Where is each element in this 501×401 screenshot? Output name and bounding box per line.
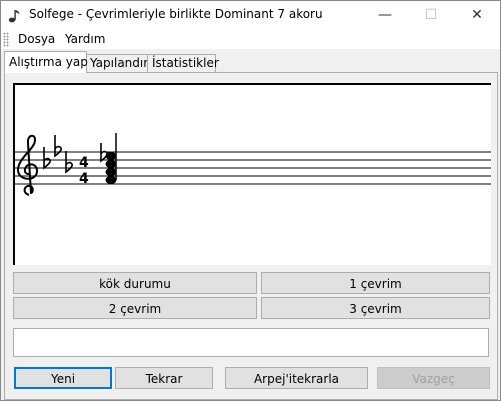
menu-yardim[interactable]: Yardım	[65, 32, 105, 46]
repeat-button[interactable]: Tekrar	[115, 367, 213, 389]
feedback-field	[13, 328, 489, 357]
menu-bar: Dosya Yardım	[1, 30, 500, 49]
new-question-button[interactable]: Yeni	[14, 367, 112, 389]
window-title: Solfege - Çevrimleriyle birlikte Dominan…	[29, 7, 323, 21]
answer-1-cevrim-button[interactable]: 1 çevrim	[261, 272, 490, 294]
maximize-button[interactable]: ☐	[408, 1, 454, 30]
cancel-button[interactable]: Vazgeç	[377, 367, 490, 389]
minimize-button[interactable]: —	[362, 1, 408, 30]
repeat-arpeggio-button[interactable]: Arpej'itekrarla	[225, 367, 368, 389]
menu-dosya[interactable]: Dosya	[18, 32, 55, 46]
note-head	[105, 152, 117, 160]
note-head	[105, 160, 117, 168]
app-window: Solfege - Çevrimleriyle birlikte Dominan…	[0, 0, 501, 401]
time-signature-bottom: 4	[79, 171, 89, 187]
answer-kok-durumu-button[interactable]: kök durumu	[13, 272, 257, 294]
title-bar[interactable]: Solfege - Çevrimleriyle birlikte Dominan…	[1, 1, 500, 30]
close-button[interactable]: ✕	[454, 1, 500, 30]
music-staff-display: 4 4	[13, 83, 491, 265]
music-note-icon	[8, 10, 20, 23]
time-signature-top: 4	[79, 155, 89, 171]
flat-icon	[100, 143, 108, 163]
treble-clef-icon	[16, 134, 39, 196]
time-signature-icon: 4 4	[79, 155, 89, 187]
answer-2-cevrim-button[interactable]: 2 çevrim	[13, 297, 257, 319]
note-head	[105, 168, 117, 176]
tab-yapilandir[interactable]: Yapılandır	[85, 54, 148, 72]
tab-istatistikler[interactable]: İstatistikler	[147, 54, 219, 72]
flat-icon	[43, 135, 73, 174]
answer-3-cevrim-button[interactable]: 3 çevrim	[261, 297, 490, 319]
note-head	[105, 176, 117, 184]
tab-alistirma[interactable]: Alıştırma yap	[4, 51, 88, 73]
menubar-grip-icon	[3, 32, 9, 47]
exercise-panel: 4 4 kök durumu 1 çevrim 2 çevrim 3 çevri…	[4, 72, 498, 400]
music-staff: 4 4	[15, 133, 491, 196]
